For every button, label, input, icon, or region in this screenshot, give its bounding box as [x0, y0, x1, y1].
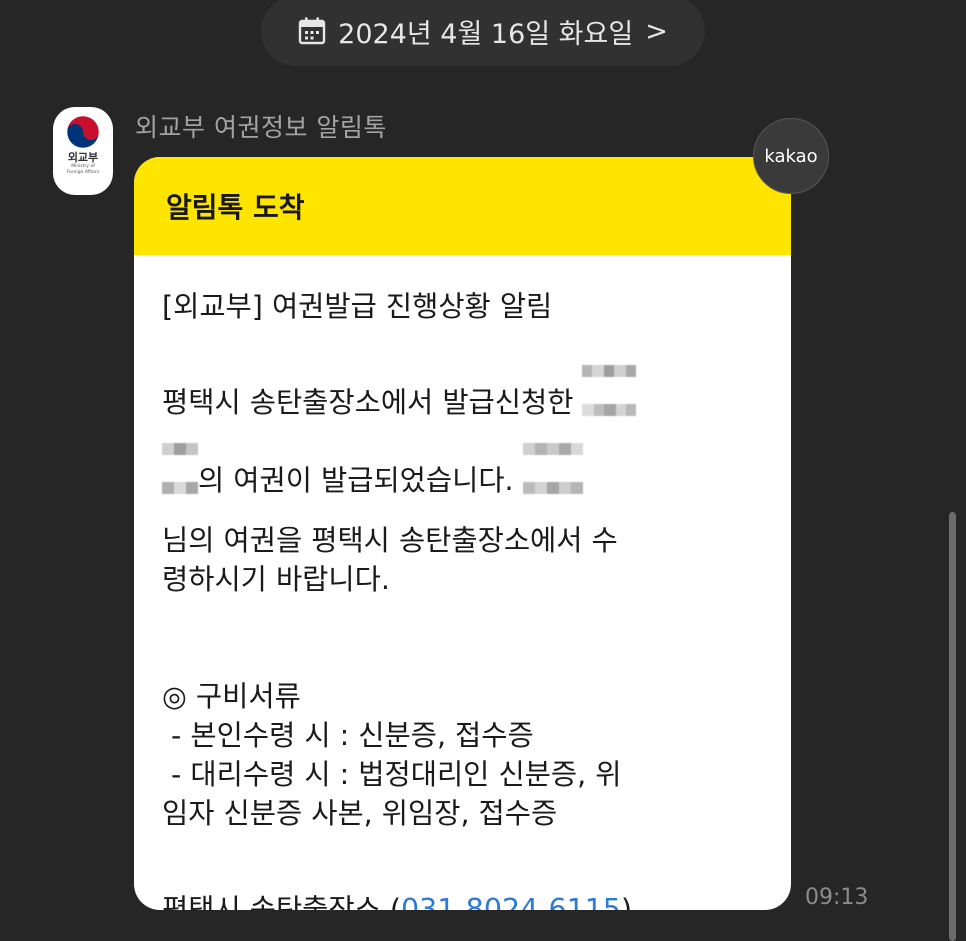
kakao-badge: kakao	[753, 118, 829, 194]
phone-link[interactable]: 031-8024-6115	[401, 893, 621, 910]
message-title: [외교부] 여권발급 진행상황 알림	[162, 290, 553, 323]
message-line-3: 님의 여권을 평택시 송탄출장소에서 수	[162, 524, 618, 557]
date-label: 2024년 4월 16일 화요일	[338, 18, 634, 50]
docs-item-self: - 본인수령 시 : 신분증, 접수증	[162, 719, 534, 752]
message-bubble[interactable]: 알림톡 도착 [외교부] 여권발급 진행상황 알림 평택시 송탄출장소에서 발급…	[134, 157, 791, 910]
office-contact: 평택시 송탄출장소 (031-8024-6115)	[162, 890, 763, 910]
message-line-4: 령하시기 바랍니다.	[162, 563, 390, 596]
bubble-header-title: 알림톡 도착	[166, 191, 305, 224]
bubble-header: 알림톡 도착	[134, 157, 791, 255]
message-timestamp: 09:13	[805, 885, 869, 910]
kakao-badge-label: kakao	[764, 145, 818, 167]
docs-item-proxy-2: 임자 신분증 사본, 위임장, 접수증	[162, 797, 558, 830]
date-divider-button[interactable]: 2024년 4월 16일 화요일 >	[261, 0, 705, 66]
scrollbar-thumb[interactable]	[949, 512, 956, 941]
avatar-logo-ko: 외교부	[67, 151, 99, 164]
taegeuk-emblem-icon	[66, 115, 100, 149]
chat-screen: 2024년 4월 16일 화요일 > 외교부 Ministry of Forei…	[0, 0, 966, 941]
chevron-right-icon: >	[645, 15, 668, 47]
calendar-icon	[298, 17, 326, 45]
redacted-name-3	[522, 443, 583, 521]
redacted-name-1	[582, 365, 637, 443]
bubble-body: [외교부] 여권발급 진행상황 알림 평택시 송탄출장소에서 발급신청한 의 여…	[134, 255, 791, 910]
message-line-2: 의 여권이 발급되었습니다.	[162, 443, 763, 521]
docs-item-proxy-1: - 대리수령 시 : 법정대리인 신분증, 위	[162, 758, 622, 791]
sender-name: 외교부 여권정보 알림톡	[135, 113, 387, 142]
message-line-1: 평택시 송탄출장소에서 발급신청한	[162, 365, 763, 443]
redacted-name-2	[162, 443, 198, 521]
avatar-logo-en-2: Foreign Affairs	[66, 169, 100, 175]
docs-heading: ◎ 구비서류	[162, 680, 301, 713]
sender-avatar[interactable]: 외교부 Ministry of Foreign Affairs	[53, 107, 113, 195]
